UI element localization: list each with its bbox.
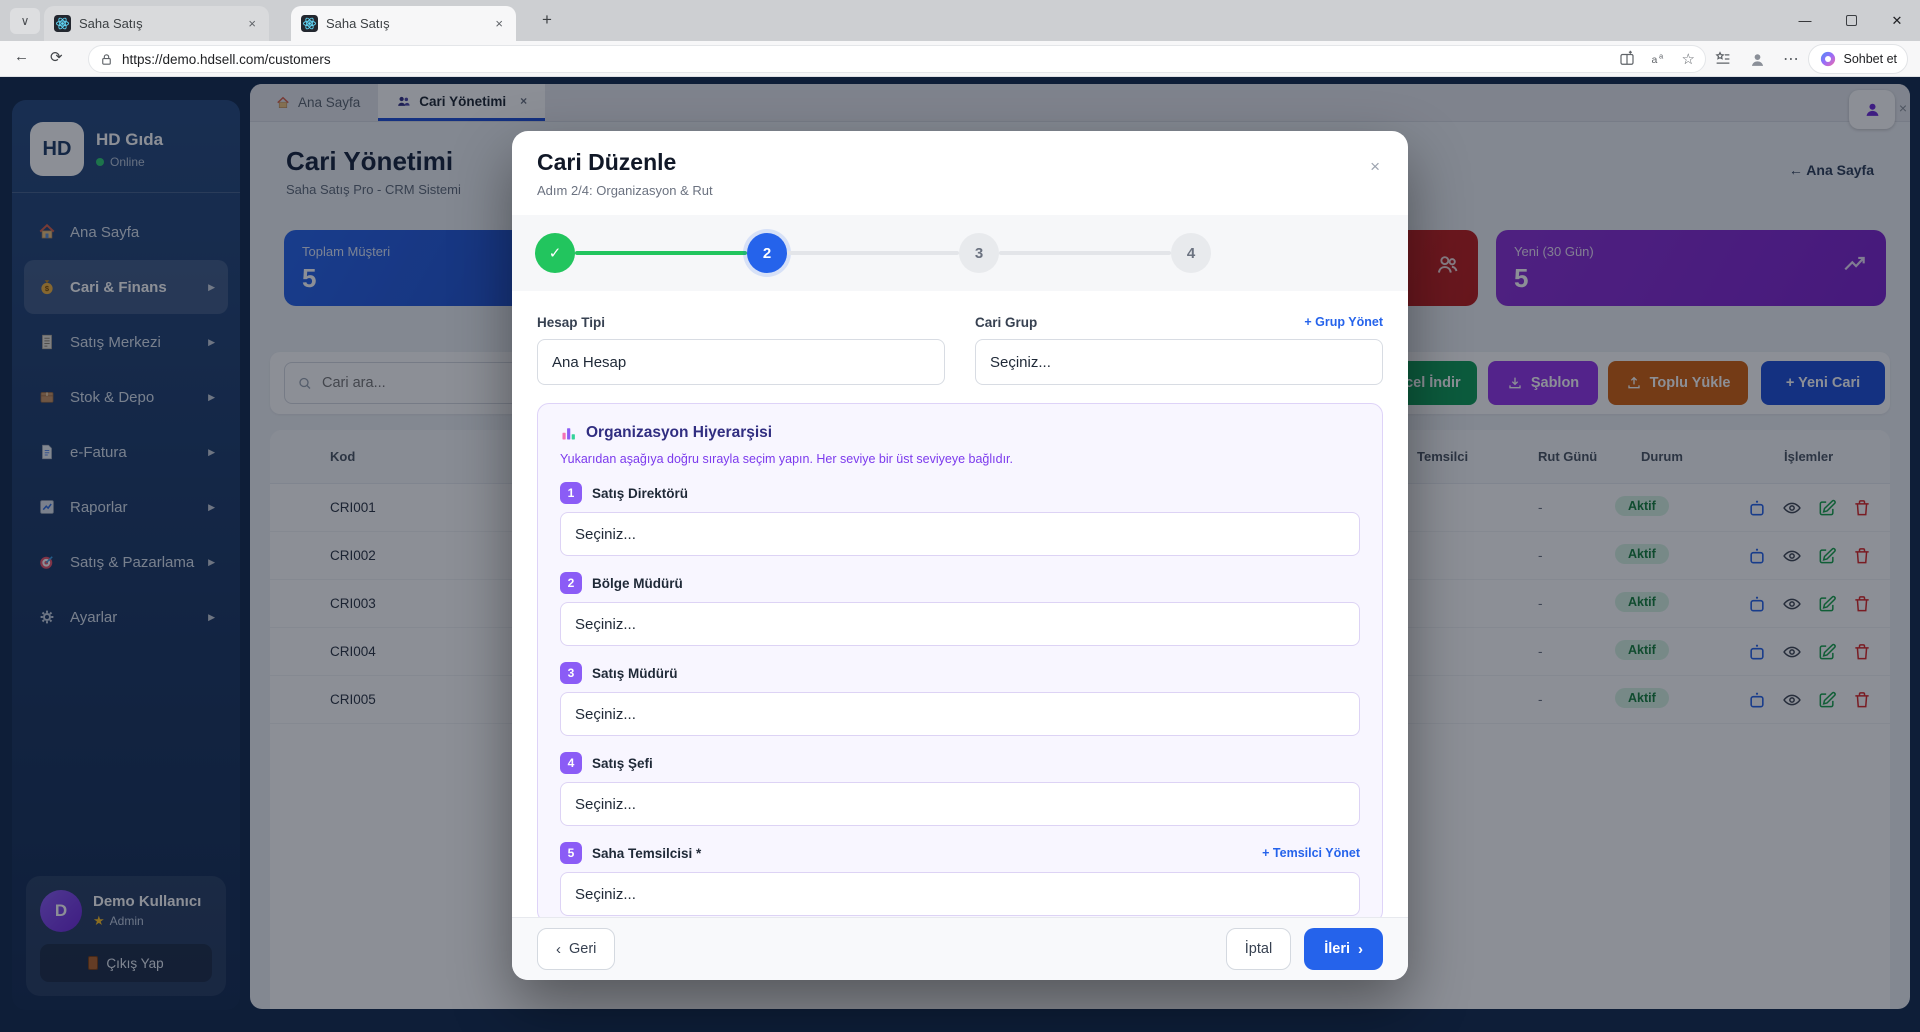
step-connector <box>575 251 747 255</box>
tab-title: Saha Satış <box>326 16 484 31</box>
profile-icon[interactable] <box>1746 48 1768 70</box>
close-window-button[interactable]: ✕ <box>1874 0 1920 41</box>
organization-hierarchy-panel: Organizasyon Hiyerarşisi Yukarıdan aşağı… <box>537 403 1383 917</box>
step-indicator: ✓ 2 3 4 <box>512 215 1408 291</box>
maximize-button[interactable] <box>1828 0 1874 41</box>
modal-step-subtitle: Adım 2/4: Organizasyon & Rut <box>537 183 713 198</box>
level-number-badge: 1 <box>560 482 582 504</box>
modal-title: Cari Düzenle <box>537 149 676 176</box>
tab-search-button[interactable]: ∨ <box>10 8 40 34</box>
copilot-icon <box>1819 50 1837 68</box>
react-favicon <box>301 15 318 32</box>
cari-grup-select[interactable]: Seçiniz... <box>975 339 1383 385</box>
refresh-button[interactable]: ⟳ <box>50 48 63 66</box>
modal-footer: ‹ Geri İptal İleri › <box>512 917 1408 980</box>
step-connector <box>999 251 1171 255</box>
level-bolge-muduru: 2 Bölge Müdürü Seçiniz... <box>560 572 1360 646</box>
url-text: https://demo.hdsell.com/customers <box>122 52 1618 67</box>
svg-text:a: a <box>1659 51 1664 60</box>
level-number-badge: 4 <box>560 752 582 774</box>
level-saha-temsilcisi: 5 Saha Temsilcisi * + Temsilci Yönet Seç… <box>560 842 1360 916</box>
saha-temsilcisi-select[interactable]: Seçiniz... <box>560 872 1360 916</box>
browser-toolbar: ← ⟳ https://demo.hdsell.com/customers aa… <box>0 41 1920 77</box>
copilot-button[interactable]: Sohbet et <box>1808 44 1908 74</box>
hesap-tipi-label: Hesap Tipi <box>537 315 605 330</box>
modal-body: Hesap Tipi Ana Hesap Cari Grup + Grup Yö… <box>512 291 1408 917</box>
bolge-muduru-select[interactable]: Seçiniz... <box>560 602 1360 646</box>
modal-close-icon[interactable]: × <box>1370 157 1380 177</box>
browser-tabstrip: ∨ Saha Satış × Saha Satış × + — ✕ <box>0 0 1920 41</box>
satis-direktoru-select[interactable]: Seçiniz... <box>560 512 1360 556</box>
step-1-done: ✓ <box>535 233 575 273</box>
satis-muduru-select[interactable]: Seçiniz... <box>560 692 1360 736</box>
chevron-left-icon: ‹ <box>556 941 561 958</box>
cari-grup-label: Cari Grup <box>975 315 1037 330</box>
cancel-button[interactable]: İptal <box>1226 928 1291 970</box>
cari-duzenle-modal: Cari Düzenle Adım 2/4: Organizasyon & Ru… <box>512 131 1408 980</box>
level-number-badge: 5 <box>560 842 582 864</box>
tab-close-icon[interactable]: × <box>245 16 259 31</box>
favorites-bar-icon[interactable] <box>1712 48 1734 70</box>
level-satis-sefi: 4 Satış Şefi Seçiniz... <box>560 752 1360 826</box>
back-step-button[interactable]: ‹ Geri <box>537 928 615 970</box>
temsilci-yonet-link[interactable]: + Temsilci Yönet <box>1262 846 1360 860</box>
new-tab-button[interactable]: + <box>534 10 560 32</box>
hesap-tipi-select[interactable]: Ana Hesap <box>537 339 945 385</box>
translate-icon[interactable]: aa <box>1650 50 1668 68</box>
level-satis-direktoru: 1 Satış Direktörü Seçiniz... <box>560 482 1360 556</box>
favorite-star-icon[interactable]: ☆ <box>1682 50 1695 68</box>
svg-text:a: a <box>1651 54 1657 66</box>
browser-tab-2[interactable]: Saha Satış × <box>291 6 516 41</box>
chevron-right-icon: › <box>1358 941 1363 958</box>
browser-chrome: ∨ Saha Satış × Saha Satış × + — ✕ ← ⟳ <box>0 0 1920 77</box>
step-3: 3 <box>959 233 999 273</box>
step-connector <box>787 251 959 255</box>
level-satis-muduru: 3 Satış Müdürü Seçiniz... <box>560 662 1360 736</box>
back-button[interactable]: ← <box>14 48 29 65</box>
level-number-badge: 3 <box>560 662 582 684</box>
step-4: 4 <box>1171 233 1211 273</box>
grup-yonet-link[interactable]: + Grup Yönet <box>1304 315 1383 329</box>
bar-chart-icon <box>560 425 577 442</box>
screen: ∨ Saha Satış × Saha Satış × + — ✕ ← ⟳ <box>0 0 1920 1032</box>
lock-icon <box>99 52 114 67</box>
react-favicon <box>54 15 71 32</box>
hierarchy-title: Organizasyon Hiyerarşisi <box>586 424 772 442</box>
tab-close-icon[interactable]: × <box>492 16 506 31</box>
tab-title: Saha Satış <box>79 16 237 31</box>
minimize-button[interactable]: — <box>1782 0 1828 41</box>
maximize-icon <box>1846 15 1857 26</box>
satis-sefi-select[interactable]: Seçiniz... <box>560 782 1360 826</box>
level-number-badge: 2 <box>560 572 582 594</box>
chevron-down-icon: ∨ <box>21 14 30 28</box>
step-2-active: 2 <box>747 233 787 273</box>
window-controls: — ✕ <box>1782 0 1920 41</box>
browser-tab-1[interactable]: Saha Satış × <box>44 6 269 41</box>
hierarchy-note: Yukarıdan aşağıya doğru sırayla seçim ya… <box>560 452 1360 466</box>
copilot-label: Sohbet et <box>1843 52 1897 66</box>
address-bar[interactable]: https://demo.hdsell.com/customers aa ☆ <box>88 45 1706 73</box>
next-step-button[interactable]: İleri › <box>1304 928 1383 970</box>
menu-ellipsis-icon[interactable]: ⋯ <box>1780 48 1802 70</box>
split-screen-icon[interactable] <box>1618 50 1636 68</box>
